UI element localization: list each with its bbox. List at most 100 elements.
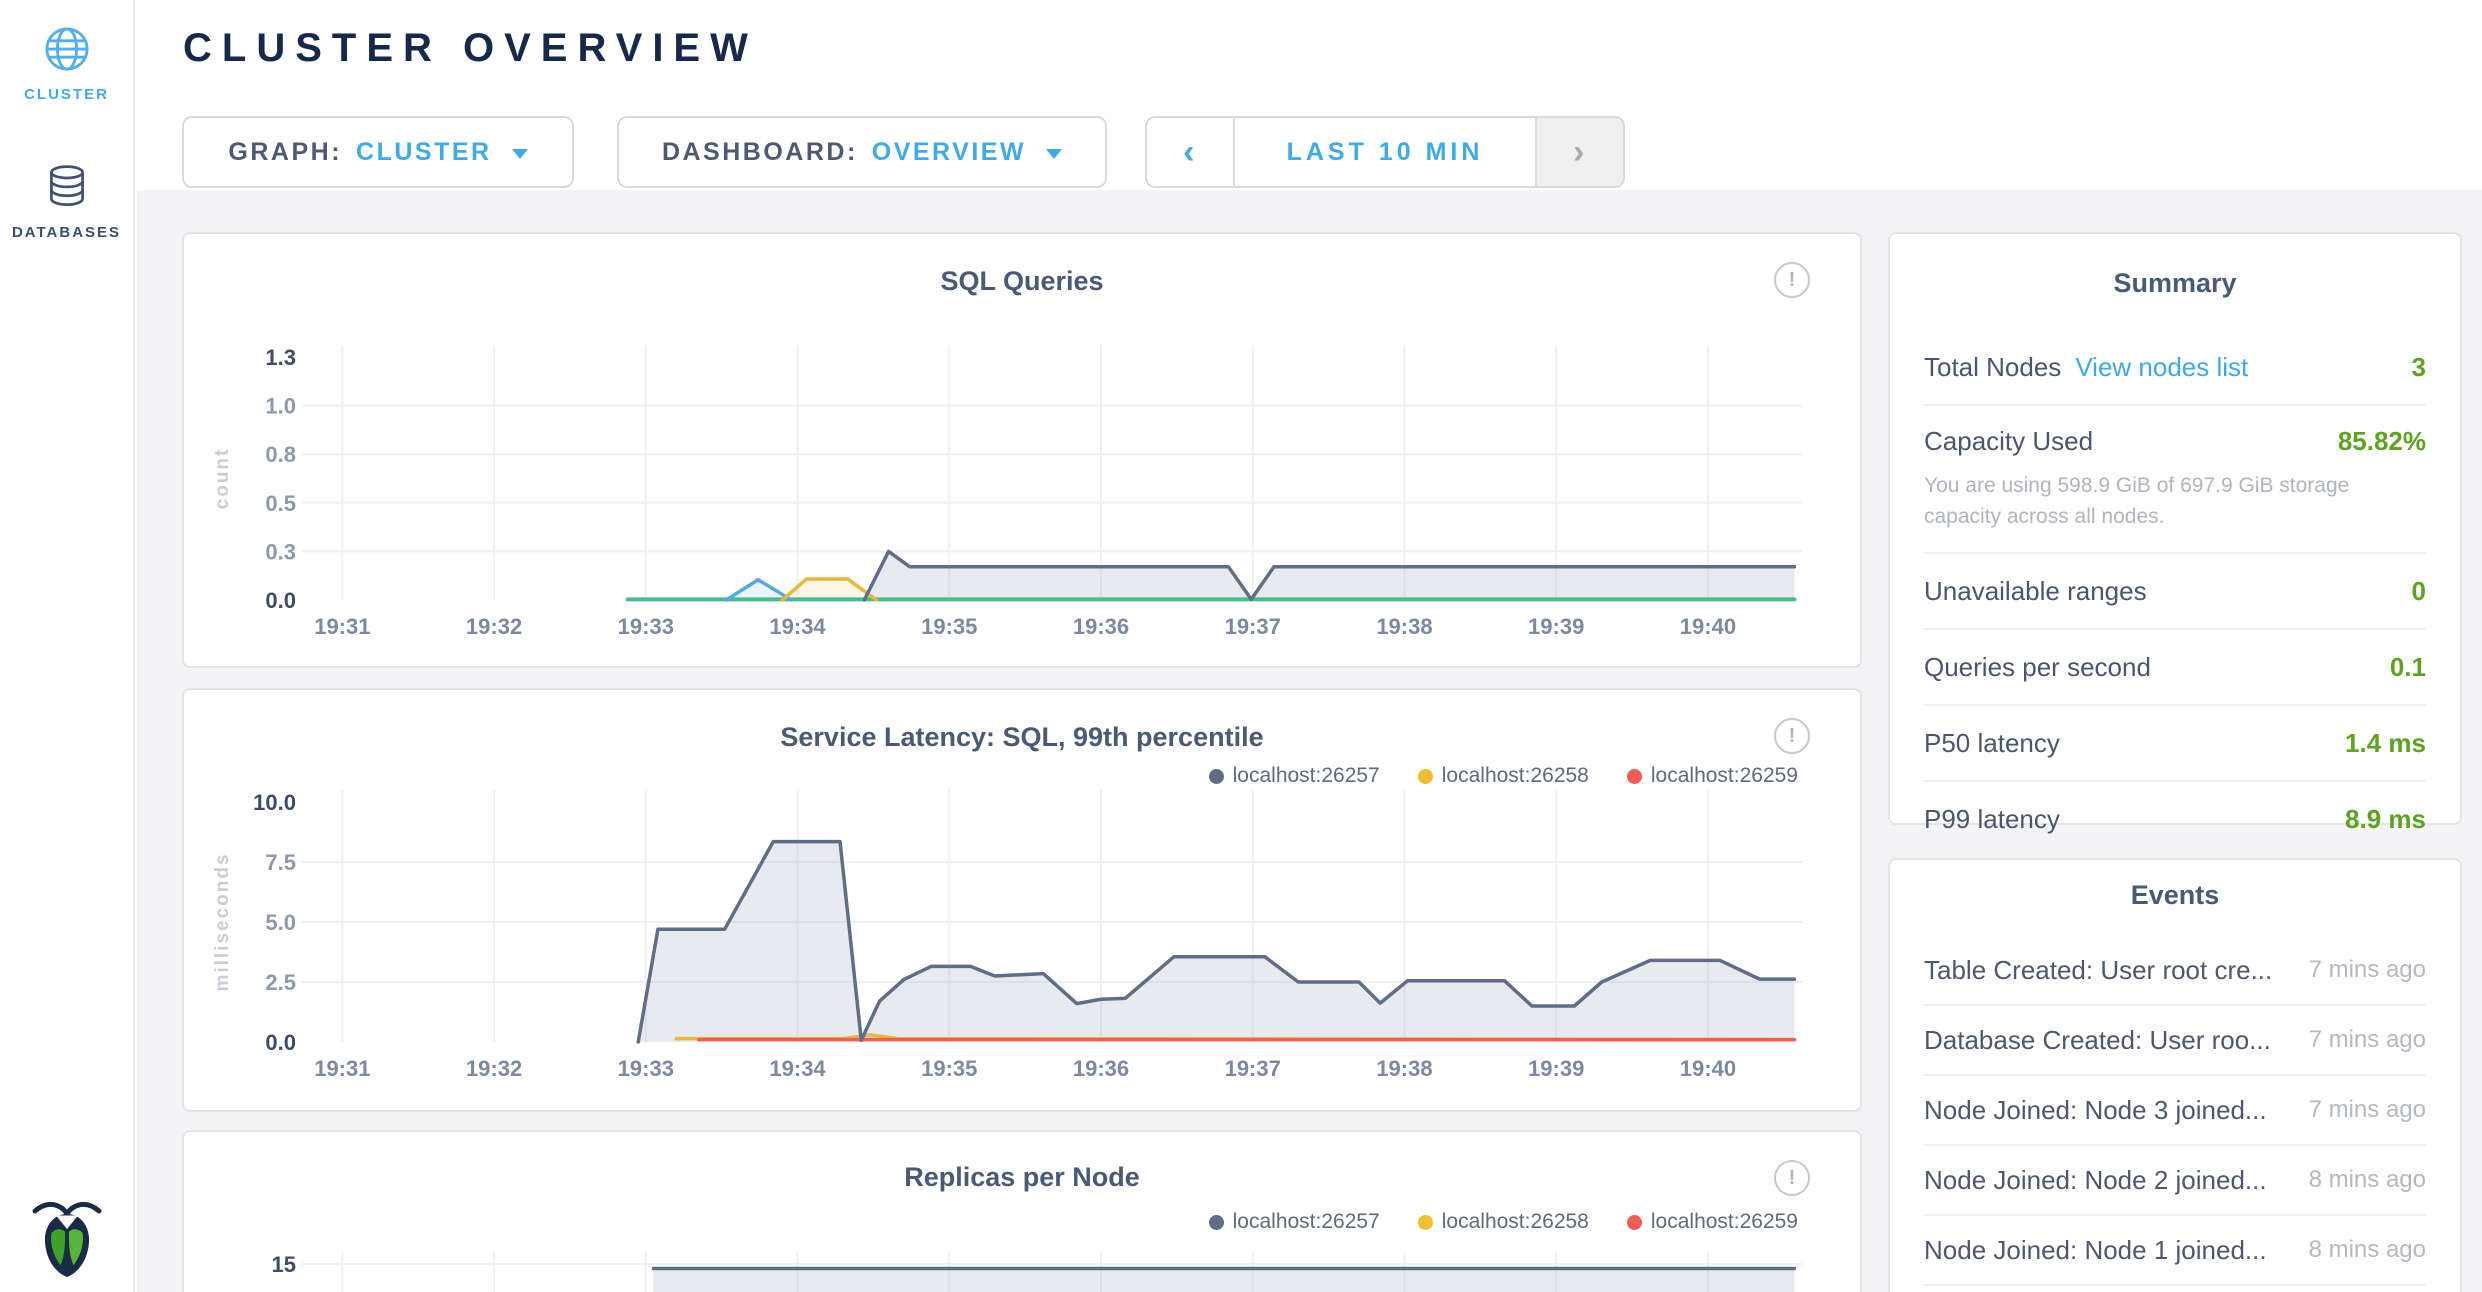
cockroachdb-admin-ui: CLUSTER DATABASES CLUSTER OVERVIEW xyxy=(0,0,2482,1292)
svg-text:19:33: 19:33 xyxy=(618,614,674,639)
summary-value: 85.82% xyxy=(2338,426,2426,457)
sidebar-cluster-label: CLUSTER xyxy=(0,86,133,103)
event-text: Node Joined: Node 2 joined... xyxy=(1924,1165,2267,1196)
events-panel: Events Table Created: User root cre... 7 … xyxy=(1888,858,2462,1292)
events-heading: Events xyxy=(1890,880,2460,911)
svg-text:19:31: 19:31 xyxy=(314,1056,370,1081)
summary-label: Queries per second xyxy=(1924,652,2151,683)
summary-label: Capacity Used xyxy=(1924,426,2093,457)
svg-text:19:40: 19:40 xyxy=(1680,614,1736,639)
summary-row: Capacity Used 85.82% You are using 598.9 G… xyxy=(1924,406,2426,554)
summary-value: 1.4 ms xyxy=(2345,728,2426,759)
svg-text:milliseconds: milliseconds xyxy=(212,852,233,991)
svg-text:19:35: 19:35 xyxy=(921,614,977,639)
cockroachdb-logo xyxy=(0,1196,133,1283)
graph-dropdown[interactable]: GRAPH: CLUSTER xyxy=(182,116,574,188)
svg-text:19:31: 19:31 xyxy=(314,614,370,639)
summary-panel: Summary Total Nodes View nodes list 3 Capac… xyxy=(1888,232,2462,825)
summary-row: Total Nodes View nodes list 3 xyxy=(1924,330,2426,406)
event-text: Node Joined: Node 3 joined... xyxy=(1924,1095,2267,1126)
svg-text:0.5: 0.5 xyxy=(265,491,296,516)
svg-text:count: count xyxy=(212,448,233,510)
time-range-selector: ‹ LAST 10 MIN › xyxy=(1145,116,1625,188)
summary-label: P50 latency xyxy=(1924,728,2060,759)
event-row: Node Joined: Node 1 joined... 8 mins ago xyxy=(1924,1216,2426,1286)
summary-value: 3 xyxy=(2412,352,2426,383)
event-text: Database Created: User roo... xyxy=(1924,1025,2271,1056)
event-row: Table Created: User root cre...7 mins ag… xyxy=(1924,936,2426,1006)
event-row: Node Joined: Node 3 joined... 7 mins ago xyxy=(1924,1076,2426,1146)
sql-queries-card: SQL Queries ! 19:3119:3219:3319:3419:351… xyxy=(182,232,1862,668)
time-range-next-button[interactable]: › xyxy=(1535,118,1623,186)
database-icon xyxy=(45,164,89,210)
summary-heading: Summary xyxy=(1890,268,2460,299)
svg-text:19:37: 19:37 xyxy=(1225,1056,1281,1081)
sidebar-databases-label: DATABASES xyxy=(0,224,133,241)
service-latency-chart[interactable]: 19:3119:3219:3319:3419:3519:3619:3719:38… xyxy=(184,690,1864,1114)
event-time: 8 mins ago xyxy=(2309,1166,2426,1194)
svg-text:19:33: 19:33 xyxy=(618,1056,674,1081)
dashboard-dropdown-label: DASHBOARD: xyxy=(662,138,858,167)
svg-text:5.0: 5.0 xyxy=(265,910,296,935)
svg-text:19:34: 19:34 xyxy=(769,1056,826,1081)
summary-label: P99 latency xyxy=(1924,804,2060,835)
svg-text:19:32: 19:32 xyxy=(466,1056,522,1081)
event-time: 7 mins ago xyxy=(2309,1096,2426,1124)
dashboard-dropdown-value: OVERVIEW xyxy=(872,138,1026,167)
chevron-down-icon xyxy=(1046,149,1062,160)
svg-text:15: 15 xyxy=(272,1252,296,1277)
summary-value: 0 xyxy=(2412,576,2426,607)
svg-text:0.0: 0.0 xyxy=(265,588,296,613)
event-time: 7 mins ago xyxy=(2309,1026,2426,1054)
summary-label: Total Nodes xyxy=(1924,352,2061,383)
svg-text:19:39: 19:39 xyxy=(1528,614,1584,639)
svg-text:1.0: 1.0 xyxy=(265,394,296,419)
svg-text:10.0: 10.0 xyxy=(253,790,296,815)
graph-dropdown-label: GRAPH: xyxy=(228,138,342,167)
time-range-prev-button[interactable]: ‹ xyxy=(1147,118,1235,186)
service-latency-card: Service Latency: SQL, 99th percentile ! … xyxy=(182,688,1862,1112)
graph-dropdown-value: CLUSTER xyxy=(356,138,492,167)
svg-text:0.0: 0.0 xyxy=(265,1030,296,1055)
sidebar-item-databases[interactable]: DATABASES xyxy=(0,164,133,241)
summary-row: Unavailable ranges 0 xyxy=(1924,554,2426,630)
dashboard-dropdown[interactable]: DASHBOARD: OVERVIEW xyxy=(617,116,1107,188)
summary-row: P99 latency 8.9 ms xyxy=(1924,782,2426,856)
svg-text:19:38: 19:38 xyxy=(1376,1056,1432,1081)
time-range-value[interactable]: LAST 10 MIN xyxy=(1235,118,1535,186)
svg-text:1.3: 1.3 xyxy=(265,345,296,370)
summary-note: You are using 598.9 GiB of 697.9 GiB sto… xyxy=(1924,466,2426,552)
replicas-per-node-card: Replicas per Node ! localhost:26257local… xyxy=(182,1130,1862,1292)
svg-text:0.3: 0.3 xyxy=(265,539,296,564)
summary-label: Unavailable ranges xyxy=(1924,576,2147,607)
svg-text:2.5: 2.5 xyxy=(265,970,296,995)
view-nodes-link[interactable]: View nodes list xyxy=(2075,352,2248,383)
event-text: Node Joined: Node 1 joined... xyxy=(1924,1235,2267,1266)
chevron-down-icon xyxy=(512,149,528,160)
replicas-per-node-chart[interactable]: 19:3119:3219:3319:3419:3519:3619:3719:38… xyxy=(184,1132,1864,1292)
svg-text:19:37: 19:37 xyxy=(1225,614,1281,639)
page-title: CLUSTER OVERVIEW xyxy=(183,26,758,71)
cockroach-icon xyxy=(30,1196,104,1278)
svg-text:0.8: 0.8 xyxy=(265,442,296,467)
svg-text:19:34: 19:34 xyxy=(769,614,826,639)
summary-row: Queries per second 0.1 xyxy=(1924,630,2426,706)
summary-row: P50 latency 1.4 ms xyxy=(1924,706,2426,782)
events-rows: Table Created: User root cre... 7 mins ag… xyxy=(1924,936,2426,1286)
summary-rows: Total Nodes View nodes list 3 Capacity Used… xyxy=(1924,330,2426,856)
event-time: 8 mins ago xyxy=(2309,1236,2426,1264)
svg-text:19:36: 19:36 xyxy=(1073,1056,1129,1081)
sidebar-item-cluster[interactable]: CLUSTER xyxy=(0,26,133,103)
svg-text:7.5: 7.5 xyxy=(265,850,296,875)
svg-text:19:38: 19:38 xyxy=(1376,614,1432,639)
event-row: Node Joined: Node 2 joined... 8 mins ago xyxy=(1924,1146,2426,1216)
svg-text:19:40: 19:40 xyxy=(1680,1056,1736,1081)
sql-queries-chart[interactable]: 19:3119:3219:3319:3419:3519:3619:3719:38… xyxy=(184,234,1864,670)
svg-text:19:36: 19:36 xyxy=(1073,614,1129,639)
summary-value: 8.9 ms xyxy=(2345,804,2426,835)
event-row: Database Created: User roo... 7 mins ago xyxy=(1924,1006,2426,1076)
event-text: Table Created: User root cre... xyxy=(1924,955,2272,986)
summary-value: 0.1 xyxy=(2390,652,2426,683)
sidebar: CLUSTER DATABASES xyxy=(0,0,135,1292)
globe-icon xyxy=(44,26,90,72)
